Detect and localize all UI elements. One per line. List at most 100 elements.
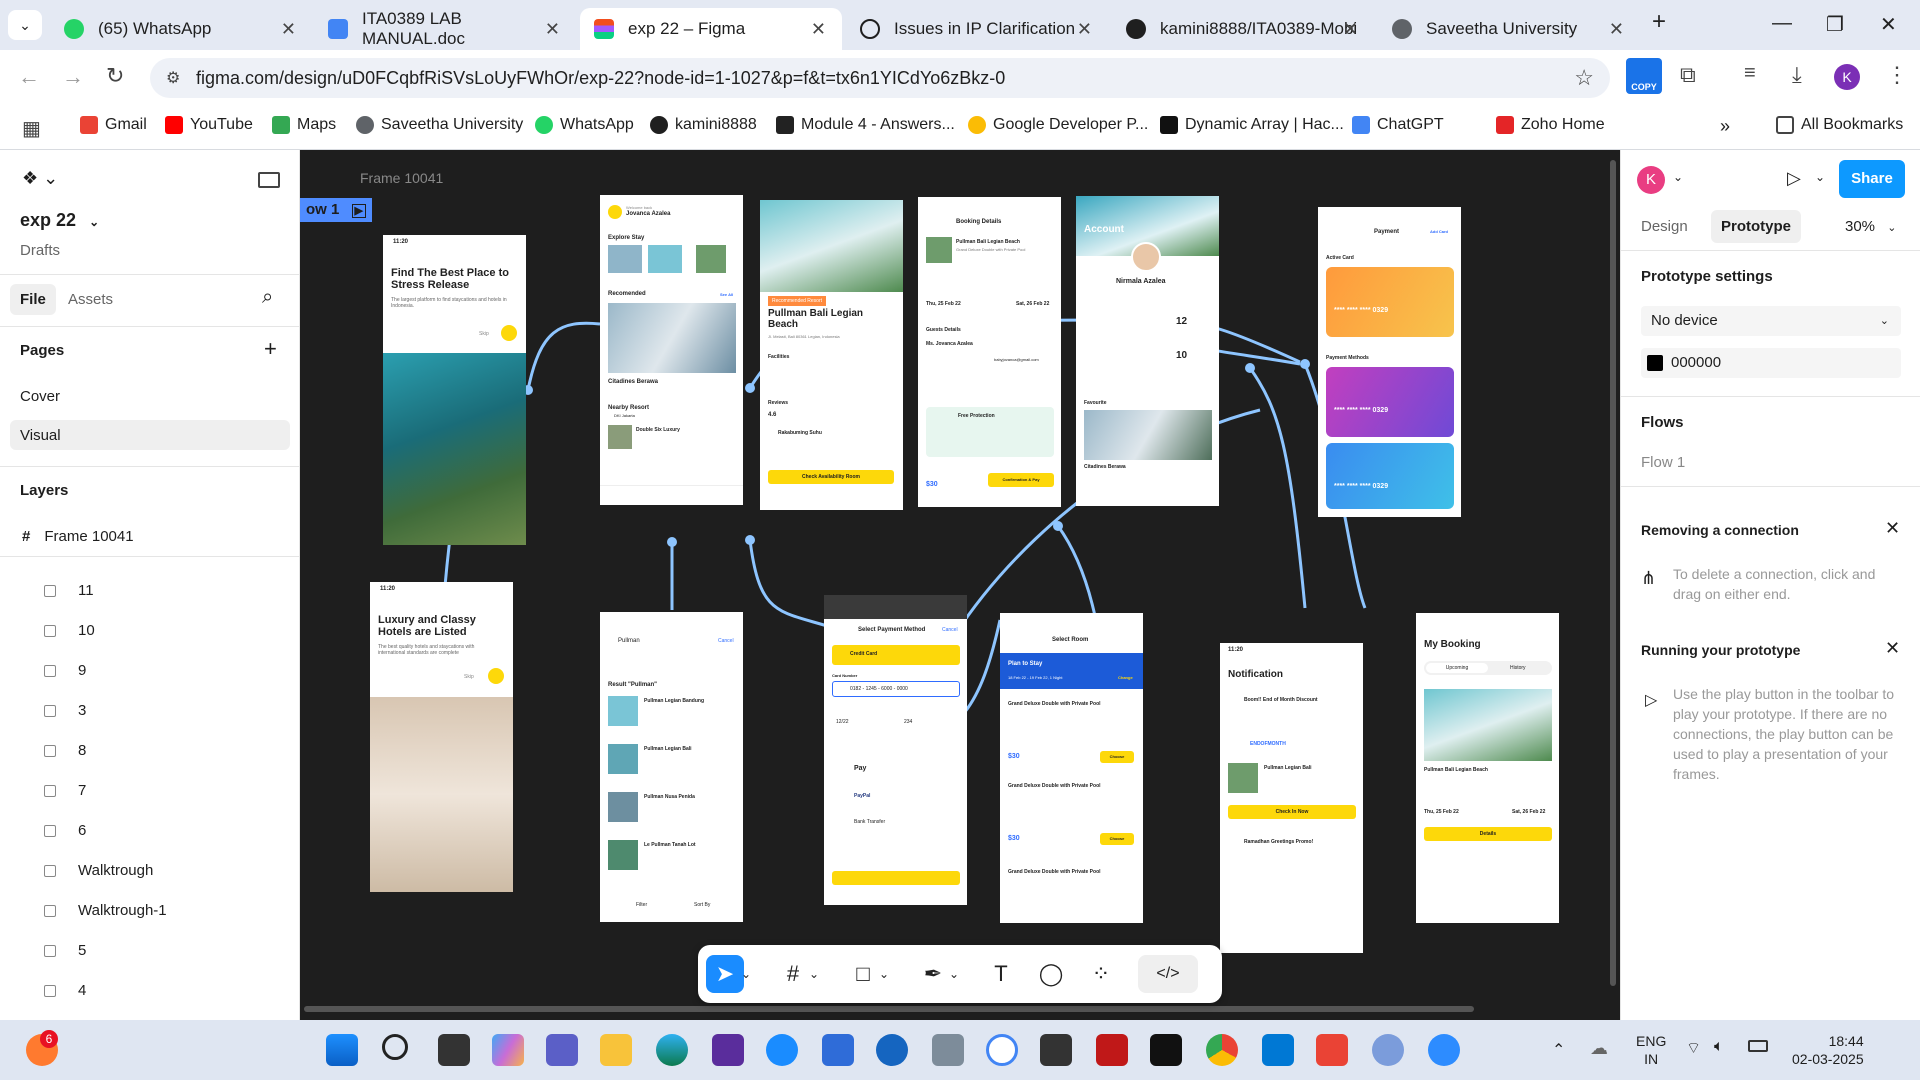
close-icon[interactable]: ✕ bbox=[1077, 19, 1092, 40]
tab-saveetha[interactable]: Saveetha University ✕ bbox=[1378, 8, 1640, 50]
close-icon[interactable]: ✕ bbox=[1885, 638, 1900, 659]
edge-icon[interactable] bbox=[656, 1034, 688, 1066]
app-icon[interactable] bbox=[712, 1034, 744, 1066]
frame-home[interactable]: Welcome back Jovanca Azalea Explore Stay… bbox=[600, 195, 743, 505]
more-bookmarks-icon[interactable]: » bbox=[1720, 116, 1730, 137]
frame-walkthrough-2[interactable]: 11:20 Luxury and Classy Hotels are Liste… bbox=[370, 582, 513, 892]
zoom-icon[interactable] bbox=[1428, 1034, 1460, 1066]
store-icon[interactable] bbox=[1262, 1034, 1294, 1066]
tab-design[interactable]: Design bbox=[1641, 218, 1688, 235]
google-icon[interactable] bbox=[986, 1034, 1018, 1066]
close-icon[interactable]: ✕ bbox=[811, 19, 826, 40]
tab-search-button[interactable]: ⌄ bbox=[8, 10, 42, 40]
layer-item[interactable]: 7 bbox=[44, 782, 86, 799]
tab-whatsapp[interactable]: (65) WhatsApp ✕ bbox=[50, 8, 312, 50]
bookmark-youtube[interactable]: YouTube bbox=[165, 116, 253, 134]
menu-icon[interactable]: ⋮ bbox=[1886, 62, 1908, 88]
bookmark-whatsapp[interactable]: WhatsApp bbox=[535, 116, 634, 134]
download-icon[interactable]: ⤓ bbox=[1792, 62, 1802, 88]
frame-my-booking[interactable]: My Booking Upcoming History Pullman Bali… bbox=[1416, 613, 1559, 923]
extensions-icon[interactable]: ⧉ bbox=[1680, 62, 1696, 88]
all-bookmarks[interactable]: All Bookmarks bbox=[1776, 116, 1903, 134]
tab-figma[interactable]: exp 22 – Figma ✕ bbox=[580, 8, 842, 50]
tab-github[interactable]: kamini8888/ITA0389-Mobi ✕ bbox=[1112, 8, 1374, 50]
bookmark-saveetha[interactable]: Saveetha University bbox=[356, 116, 523, 134]
file-name[interactable]: exp 22 ⌄ bbox=[20, 210, 99, 231]
chevron-down-icon[interactable]: ⌄ bbox=[1673, 170, 1683, 184]
frame-notification[interactable]: 11:20 Notification Boom!! End of Month D… bbox=[1220, 643, 1363, 953]
device-select[interactable]: No device ⌄ bbox=[1641, 306, 1901, 336]
chevron-down-icon[interactable]: ⌄ bbox=[1815, 170, 1825, 184]
frame-select-room[interactable]: Select Room Plan to Stay 18 Feb 22 - 19 … bbox=[1000, 613, 1143, 923]
present-play-icon[interactable]: ▷ bbox=[1787, 168, 1801, 189]
star-icon[interactable]: ☆ bbox=[1574, 65, 1594, 91]
design-canvas[interactable]: Frame 10041 ow 1 ▶ 11:20 Find The Best P… bbox=[300, 150, 1620, 1020]
layer-item[interactable]: 10 bbox=[44, 622, 95, 639]
bookmark-zoho[interactable]: Zoho Home bbox=[1496, 116, 1605, 134]
user-avatar[interactable]: K bbox=[1637, 166, 1665, 194]
volume-icon[interactable]: 🔈︎ bbox=[1714, 1038, 1724, 1056]
mcafee-icon[interactable] bbox=[1096, 1034, 1128, 1066]
frame-hotel-detail[interactable]: Recommended Resort Pullman Bali Legian B… bbox=[760, 200, 903, 510]
chevron-down-icon[interactable]: ⌄ bbox=[946, 955, 962, 993]
close-icon[interactable]: ✕ bbox=[1609, 19, 1624, 40]
close-icon[interactable]: ✕ bbox=[1885, 518, 1900, 539]
background-color-field[interactable]: 000000 bbox=[1641, 348, 1901, 378]
back-icon[interactable]: ← bbox=[18, 64, 40, 90]
apps-icon[interactable]: ▦ bbox=[22, 116, 41, 141]
bookmark-kamini[interactable]: kamini8888 bbox=[650, 116, 757, 134]
chrome-icon[interactable] bbox=[1206, 1034, 1238, 1066]
tab-prototype[interactable]: Prototype bbox=[1711, 210, 1802, 243]
tab-chatgpt[interactable]: Issues in IP Clarification ✕ bbox=[846, 8, 1108, 50]
dev-mode-toggle[interactable]: </> bbox=[1138, 955, 1198, 993]
app-icon[interactable] bbox=[932, 1034, 964, 1066]
r-app-icon[interactable] bbox=[1372, 1034, 1404, 1066]
layer-item[interactable]: 5 bbox=[44, 942, 86, 959]
terminal-icon[interactable] bbox=[1150, 1034, 1182, 1066]
frame-select-payment[interactable]: Select Payment Method Cancel Credit Card… bbox=[824, 595, 967, 905]
url-field[interactable]: ⚙ figma.com/design/uD0FCqbfRiSVsLoUyFWhO… bbox=[150, 58, 1610, 98]
text-tool[interactable]: T bbox=[982, 955, 1020, 993]
notepad-icon[interactable] bbox=[822, 1034, 854, 1066]
teams-icon[interactable] bbox=[546, 1034, 578, 1066]
toggle-sidebar-icon[interactable] bbox=[258, 172, 280, 188]
close-icon[interactable]: ✕ bbox=[281, 19, 296, 40]
actions-tool[interactable]: ⁘ bbox=[1082, 955, 1120, 993]
frame-booking-details[interactable]: Booking Details Pullman Bali Legian Beac… bbox=[918, 197, 1061, 507]
site-info-icon[interactable]: ⚙ bbox=[166, 68, 180, 88]
windows-start-icon[interactable] bbox=[326, 1034, 358, 1066]
app-icon[interactable] bbox=[1040, 1034, 1072, 1066]
add-page-icon[interactable]: + bbox=[264, 336, 277, 362]
page-cover[interactable]: Cover bbox=[20, 388, 60, 405]
chevron-down-icon[interactable]: ⌄ bbox=[806, 955, 822, 993]
share-button[interactable]: Share bbox=[1839, 160, 1905, 198]
copilot-icon[interactable] bbox=[492, 1034, 524, 1066]
close-icon[interactable]: ✕ bbox=[1343, 19, 1358, 40]
bookmark-google-dev[interactable]: Google Developer P... bbox=[968, 116, 1148, 134]
cloud-icon[interactable]: ☁ bbox=[1590, 1038, 1608, 1059]
language-indicator[interactable]: ENG IN bbox=[1636, 1032, 1666, 1068]
layer-item[interactable]: 9 bbox=[44, 662, 86, 679]
tab-file[interactable]: File bbox=[10, 284, 56, 315]
maximize-button[interactable]: ❐ bbox=[1826, 12, 1844, 37]
chevron-up-icon[interactable]: ⌃ bbox=[1552, 1040, 1565, 1060]
file-explorer-icon[interactable] bbox=[600, 1034, 632, 1066]
battery-icon[interactable] bbox=[1748, 1040, 1768, 1052]
search-icon[interactable] bbox=[382, 1034, 408, 1060]
comment-tool[interactable]: ◯ bbox=[1032, 955, 1070, 993]
frame-walkthrough-1[interactable]: 11:20 Find The Best Place to Stress Rele… bbox=[383, 235, 526, 545]
profile-avatar[interactable]: K bbox=[1834, 64, 1860, 90]
layer-item[interactable]: 8 bbox=[44, 742, 86, 759]
media-icon[interactable]: ≡ bbox=[1744, 62, 1756, 85]
mail-app-icon[interactable] bbox=[876, 1034, 908, 1066]
minimize-button[interactable]: — bbox=[1772, 12, 1792, 35]
forward-icon[interactable]: → bbox=[62, 64, 84, 90]
vertical-scrollbar[interactable] bbox=[1610, 160, 1616, 986]
figma-menu-icon[interactable]: ❖ ⌄ bbox=[22, 168, 58, 189]
layer-item[interactable]: 11 bbox=[44, 582, 94, 599]
layer-item[interactable]: 4 bbox=[44, 982, 86, 999]
help-app-icon[interactable] bbox=[766, 1034, 798, 1066]
flow-item[interactable]: Flow 1 bbox=[1641, 454, 1685, 471]
frame-payment[interactable]: Payment Add Card Active Card **** **** *… bbox=[1318, 207, 1461, 517]
frame-account[interactable]: Account Nirmala Azalea 12 10 Favourite C… bbox=[1076, 196, 1219, 506]
